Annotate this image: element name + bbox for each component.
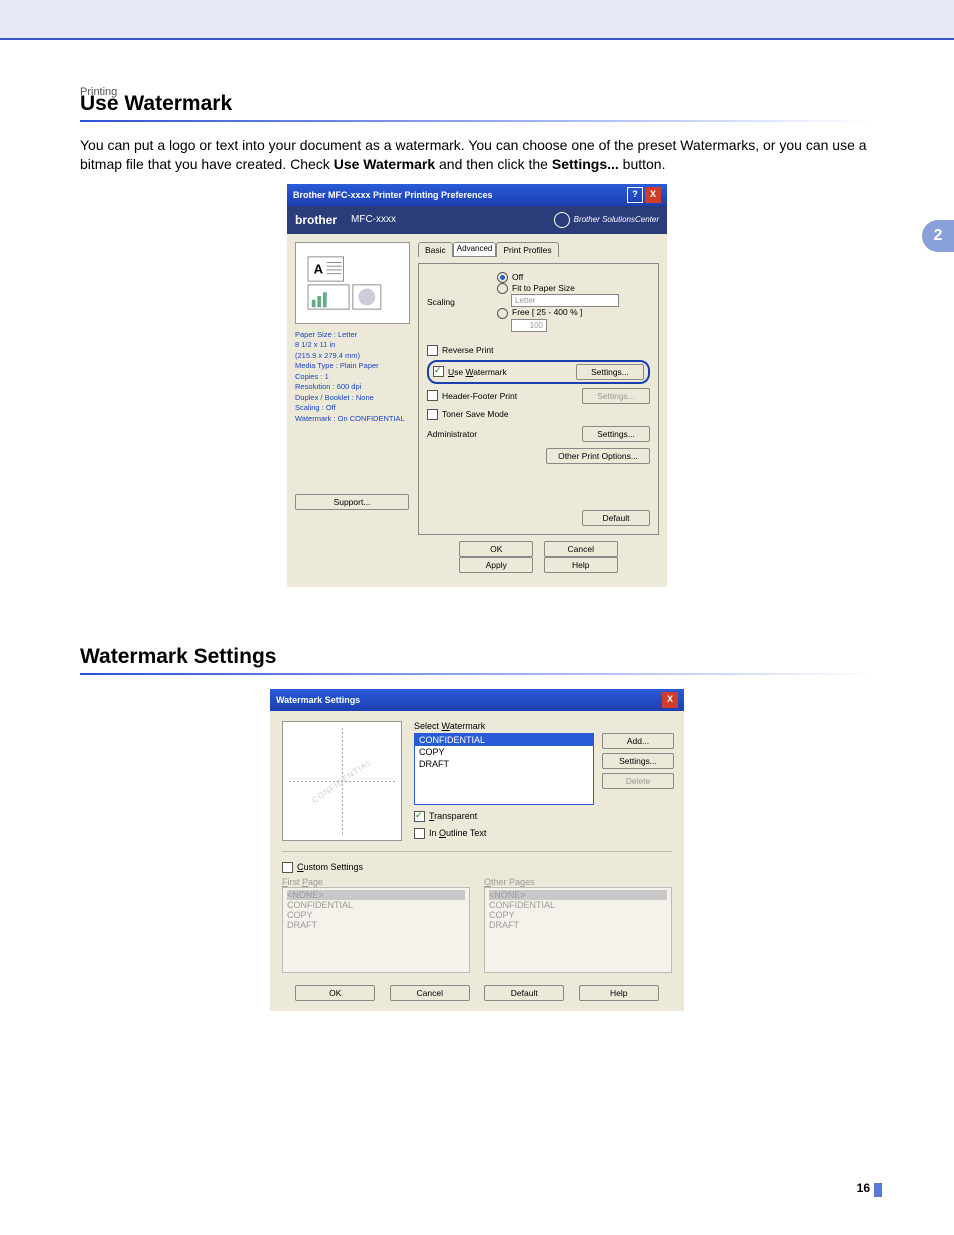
scaling-fit-radio[interactable]: [497, 283, 508, 294]
breadcrumb: Printing: [80, 86, 117, 98]
scaling-label: Scaling: [427, 297, 497, 307]
custom-settings-checkbox[interactable]: [282, 862, 293, 873]
header-footer-checkbox[interactable]: [427, 390, 438, 401]
help-button[interactable]: Help: [579, 985, 659, 1001]
help-icon[interactable]: ?: [627, 187, 643, 203]
tab-advanced[interactable]: Advanced: [453, 242, 497, 257]
close-icon[interactable]: X: [645, 187, 661, 203]
delete-button[interactable]: Delete: [602, 773, 674, 789]
chapter-tab: 2: [922, 220, 954, 252]
brand-logo: brother: [295, 213, 337, 227]
default-button[interactable]: Default: [484, 985, 564, 1001]
default-button[interactable]: Default: [582, 510, 650, 526]
watermark-settings-button[interactable]: Settings...: [576, 364, 644, 380]
dialog2-title: Watermark Settings: [276, 695, 660, 705]
watermark-list[interactable]: CONFIDENTIAL COPY DRAFT: [414, 733, 594, 805]
toner-save-checkbox[interactable]: [427, 409, 438, 420]
settings-button[interactable]: Settings...: [602, 753, 674, 769]
select-watermark-label: Select Watermark: [414, 721, 672, 731]
free-percent-input[interactable]: 100: [511, 319, 547, 332]
svg-text:A: A: [313, 261, 323, 276]
close-icon[interactable]: X: [662, 692, 678, 708]
support-button[interactable]: Support...: [295, 494, 409, 510]
tab-print-profiles[interactable]: Print Profiles: [496, 242, 558, 257]
outline-text-checkbox[interactable]: [414, 828, 425, 839]
ok-button[interactable]: OK: [459, 541, 533, 557]
fit-size-select[interactable]: Letter: [511, 294, 619, 307]
list-item: COPY: [415, 746, 593, 758]
list-item: CONFIDENTIAL: [415, 734, 593, 746]
help-button[interactable]: Help: [544, 557, 618, 573]
use-watermark-label: Use Watermark: [448, 367, 507, 377]
ok-button[interactable]: OK: [295, 985, 375, 1001]
page-number: 16: [857, 1181, 870, 1195]
dialog-title: Brother MFC-xxxx Printer Printing Prefer…: [293, 190, 625, 200]
apply-button[interactable]: Apply: [459, 557, 533, 573]
reverse-print-checkbox[interactable]: [427, 345, 438, 356]
scaling-free-radio[interactable]: [497, 308, 508, 319]
heading-use-watermark: Use Watermark: [80, 92, 874, 116]
header-footer-settings-button[interactable]: Settings...: [582, 388, 650, 404]
other-pages-list: <NONE> CONFIDENTIAL COPY DRAFT: [484, 887, 672, 973]
use-watermark-checkbox[interactable]: [433, 366, 444, 377]
model-label: MFC-xxxx: [351, 214, 396, 225]
page-preview: A: [295, 242, 410, 324]
watermark-settings-dialog: Watermark Settings X CONFIDENTIAL Select…: [270, 689, 684, 1011]
first-page-list: <NONE> CONFIDENTIAL COPY DRAFT: [282, 887, 470, 973]
printing-preferences-dialog: Brother MFC-xxxx Printer Printing Prefer…: [287, 184, 667, 587]
first-page-label: First Page: [282, 877, 470, 887]
watermark-preview: CONFIDENTIAL: [282, 721, 402, 841]
add-button[interactable]: Add...: [602, 733, 674, 749]
solutions-center-link[interactable]: Brother SolutionsCenter: [554, 212, 659, 228]
scaling-off-radio[interactable]: [497, 272, 508, 283]
cancel-button[interactable]: Cancel: [390, 985, 470, 1001]
other-print-options-button[interactable]: Other Print Options...: [546, 448, 650, 464]
page-marker: [874, 1183, 882, 1197]
heading-watermark-settings: Watermark Settings: [80, 645, 874, 669]
administrator-label: Administrator: [427, 429, 477, 439]
cancel-button[interactable]: Cancel: [544, 541, 618, 557]
use-watermark-row: Use Watermark Use Watermark Settings...: [427, 360, 650, 384]
other-pages-label: Other Pages: [484, 877, 672, 887]
administrator-settings-button[interactable]: Settings...: [582, 426, 650, 442]
tab-basic[interactable]: Basic: [418, 242, 453, 257]
transparent-checkbox[interactable]: [414, 811, 425, 822]
intro-paragraph: You can put a logo or text into your doc…: [80, 136, 874, 174]
list-item: DRAFT: [415, 758, 593, 770]
preview-info: Paper Size : Letter 8 1/2 x 11 in (215.9…: [295, 330, 410, 425]
